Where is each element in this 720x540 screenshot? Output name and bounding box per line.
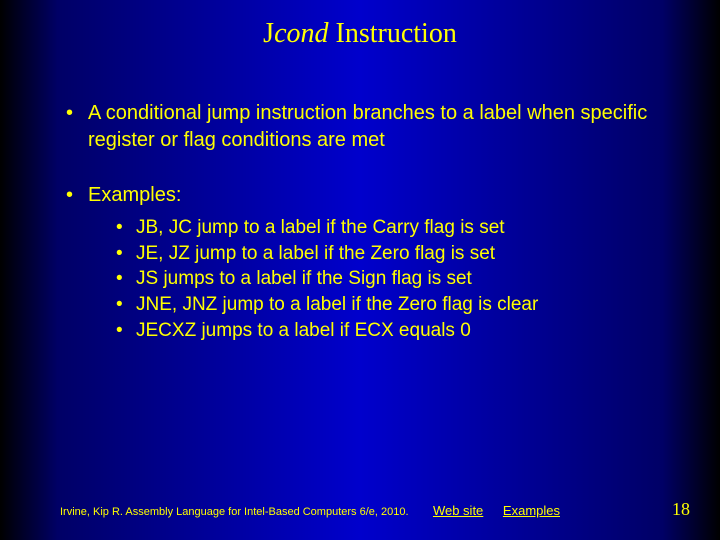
bullet-examples-label: Examples: (88, 184, 181, 206)
example-text: JB, JC jump to a label if the Carry flag… (136, 217, 505, 238)
title-cond: cond (274, 18, 328, 49)
example-item: JECXZ jumps to a label if ECX equals 0 (114, 318, 660, 344)
example-item: JB, JC jump to a label if the Carry flag… (114, 215, 660, 241)
example-text: JECXZ jumps to a label if ECX equals 0 (136, 320, 471, 341)
example-item: JE, JZ jump to a label if the Zero flag … (114, 241, 660, 267)
website-link[interactable]: Web site (433, 503, 483, 518)
slide-footer: Irvine, Kip R. Assembly Language for Int… (60, 506, 680, 518)
footer-links: Web site Examples (417, 503, 560, 518)
example-text: JE, JZ jump to a label if the Zero flag … (136, 243, 495, 264)
examples-list: JB, JC jump to a label if the Carry flag… (114, 215, 660, 343)
example-text: JS jumps to a label if the Sign flag is … (136, 268, 472, 289)
footer-credit: Irvine, Kip R. Assembly Language for Int… (60, 506, 409, 518)
slide-body: A conditional jump instruction branches … (60, 100, 660, 371)
slide-title: Jcond Instruction (0, 18, 720, 50)
slide: Jcond Instruction A conditional jump ins… (0, 0, 720, 540)
page-number: 18 (672, 499, 690, 520)
title-suffix: Instruction (329, 18, 457, 49)
example-item: JS jumps to a label if the Sign flag is … (114, 266, 660, 292)
bullet-examples: Examples: JB, JC jump to a label if the … (60, 182, 660, 343)
example-text: JNE, JNZ jump to a label if the Zero fla… (136, 294, 538, 315)
examples-link[interactable]: Examples (503, 503, 560, 518)
bullet-intro: A conditional jump instruction branches … (60, 100, 660, 154)
example-item: JNE, JNZ jump to a label if the Zero fla… (114, 292, 660, 318)
bullet-intro-text: A conditional jump instruction branches … (88, 102, 647, 151)
top-list: A conditional jump instruction branches … (60, 100, 660, 343)
title-prefix: J (263, 18, 274, 49)
